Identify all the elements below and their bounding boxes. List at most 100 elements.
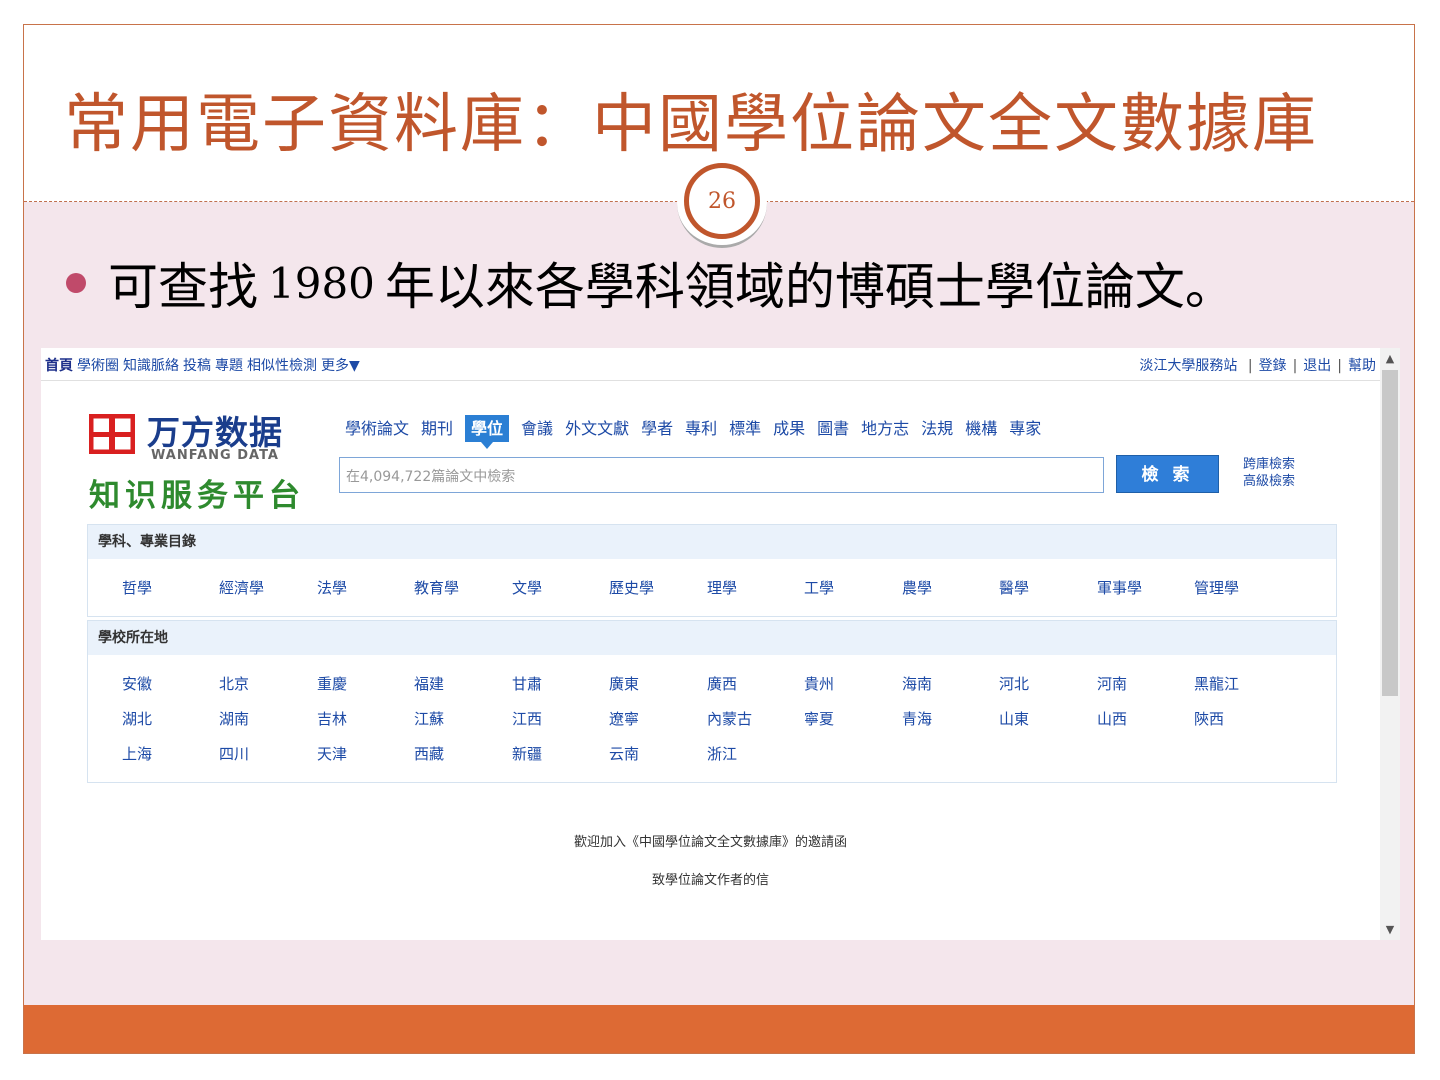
search-button[interactable]: 檢 索: [1116, 455, 1219, 493]
grid-link[interactable]: 新疆: [512, 743, 542, 764]
category-tab[interactable]: 學者: [641, 419, 673, 438]
category-tab[interactable]: 外文文獻: [565, 419, 629, 438]
grid-link[interactable]: 經濟學: [219, 577, 264, 598]
grid-link[interactable]: 遼寧: [609, 708, 639, 729]
grid-link[interactable]: 哲學: [122, 577, 152, 598]
top-nav-item[interactable]: 首頁: [45, 358, 73, 374]
grid-link[interactable]: 山西: [1097, 708, 1127, 729]
category-tab[interactable]: 專利: [685, 419, 717, 438]
wanfang-logo-icon: [88, 413, 136, 455]
locations-panel: 學校所在地 安徽 北京 重慶 福建 甘肅 廣東 廣西 貴州 海南 河北 河南 黑龍江湖北 湖南 吉林 江蘇 江…: [87, 620, 1337, 783]
grid-link[interactable]: 文學: [512, 577, 542, 598]
top-nav-item[interactable]: 知識脈絡: [123, 358, 179, 374]
grid-link[interactable]: 天津: [317, 743, 347, 764]
separator: |: [1337, 358, 1342, 374]
search-input[interactable]: 在4,094,722篇論文中檢索: [339, 457, 1104, 493]
scroll-up-icon[interactable]: ▲: [1380, 352, 1400, 365]
category-tab[interactable]: 期刊: [421, 419, 453, 438]
logo-brand-cn: 万方数据: [147, 413, 283, 452]
grid-link[interactable]: 甘肅: [512, 673, 542, 694]
bullet-year: 1980: [268, 258, 375, 308]
locations-heading: 學校所在地: [88, 621, 1336, 655]
category-tab[interactable]: 成果: [773, 419, 805, 438]
grid-link[interactable]: 江蘇: [414, 708, 444, 729]
invitation-link[interactable]: 歡迎加入《中國學位論文全文數據庫》的邀請函: [41, 831, 1380, 850]
grid-link[interactable]: 廣西: [707, 673, 737, 694]
grid-link[interactable]: 湖南: [219, 708, 249, 729]
grid-link[interactable]: 教育學: [414, 577, 459, 598]
wanfang-logo[interactable]: 万方数据 WANFANG DATA 知识服务平台: [88, 413, 305, 515]
category-tab[interactable]: 學位: [465, 415, 510, 442]
category-tab[interactable]: 機構: [965, 419, 997, 438]
subjects-panel: 學科、專業目錄 哲學 經濟學 法學 教育學 文學 歷史學 理學 工學 農學 醫學 軍事學 管理學: [87, 524, 1337, 617]
top-nav-item[interactable]: 更多▼: [321, 358, 360, 374]
grid-link[interactable]: 云南: [609, 743, 639, 764]
category-tab[interactable]: 法規: [921, 419, 953, 438]
top-nav-item[interactable]: 相似性檢測: [247, 358, 317, 374]
subjects-heading: 學科、專業目錄: [88, 525, 1336, 559]
separator: |: [1292, 358, 1298, 374]
bullet-post: 年以來各學科領域的博碩士學位論文。: [384, 258, 1235, 316]
grid-link[interactable]: 浙江: [707, 743, 737, 764]
grid-link[interactable]: 廣東: [609, 673, 639, 694]
category-tab[interactable]: 會議: [521, 419, 553, 438]
category-tab[interactable]: 學術論文: [345, 419, 409, 438]
login-link[interactable]: 登錄: [1259, 358, 1287, 374]
grid-link[interactable]: 重慶: [317, 673, 347, 694]
grid-link[interactable]: 青海: [902, 708, 932, 729]
search-side-links: 跨庫檢索 高級檢索: [1243, 456, 1295, 490]
grid-link[interactable]: 北京: [219, 673, 249, 694]
grid-link[interactable]: 安徽: [122, 673, 152, 694]
grid-link[interactable]: 黑龍江: [1194, 673, 1239, 694]
category-tab[interactable]: 地方志: [861, 419, 909, 438]
grid-link[interactable]: 內蒙古: [707, 708, 752, 729]
cross-db-search-link[interactable]: 跨庫檢索: [1243, 456, 1295, 473]
category-tabs: 學術論文 期刊 學位 會議 外文文獻 學者 專利 標準 成果 圖書 地方志 法規 機構 專家: [345, 415, 1053, 442]
grid-link[interactable]: 理學: [707, 577, 737, 598]
bullet-pre: 可查找: [108, 258, 258, 316]
grid-link[interactable]: 海南: [902, 673, 932, 694]
grid-link[interactable]: 湖北: [122, 708, 152, 729]
scroll-down-icon[interactable]: ▼: [1380, 923, 1400, 936]
grid-link[interactable]: 江西: [512, 708, 542, 729]
bullet-text: 可查找 1980 年以來各學科領域的博碩士學位論文。: [66, 247, 1235, 319]
scrollbar[interactable]: ▲ ▼: [1380, 348, 1400, 940]
grid-link[interactable]: 河北: [999, 673, 1029, 694]
top-nav-item[interactable]: 投稿: [183, 358, 211, 374]
top-nav-item[interactable]: 專題: [215, 358, 243, 374]
logo-slogan: 知识服务平台: [89, 478, 305, 514]
advanced-search-link[interactable]: 高級檢索: [1243, 473, 1295, 490]
grid-link[interactable]: 西藏: [414, 743, 444, 764]
top-nav-right: 淡江大學服務站 | 登錄 | 退出 | 幫助: [1139, 355, 1376, 375]
slide: 常用電子資料庫：中國學位論文全文數據庫 26 可查找 1980 年以來各學科領域…: [23, 24, 1415, 1054]
grid-link[interactable]: 貴州: [804, 673, 834, 694]
grid-link[interactable]: 法學: [317, 577, 347, 598]
grid-link[interactable]: 吉林: [317, 708, 347, 729]
top-nav-item[interactable]: 學術圈: [77, 358, 119, 374]
grid-link[interactable]: 山東: [999, 708, 1029, 729]
logout-link[interactable]: 退出: [1303, 358, 1331, 374]
site-link[interactable]: 淡江大學服務站: [1139, 358, 1237, 374]
wanfang-screenshot: 首頁 學術圈 知識脈絡 投稿 專題 相似性檢測 更多▼ 淡江大學服務站 | 登錄 | 退出 | 幫助 …: [41, 348, 1400, 940]
grid-link[interactable]: 福建: [414, 673, 444, 694]
grid-link[interactable]: 上海: [122, 743, 152, 764]
category-tab[interactable]: 標準: [729, 419, 761, 438]
category-tab[interactable]: 專家: [1009, 419, 1041, 438]
scrollbar-thumb[interactable]: [1382, 370, 1398, 696]
grid-link[interactable]: 軍事學: [1097, 577, 1142, 598]
category-tab[interactable]: 圖書: [817, 419, 849, 438]
letter-link[interactable]: 致學位論文作者的信: [41, 869, 1380, 888]
grid-link[interactable]: 寧夏: [804, 708, 834, 729]
grid-link[interactable]: 河南: [1097, 673, 1127, 694]
grid-link[interactable]: 四川: [219, 743, 249, 764]
grid-link[interactable]: 工學: [804, 577, 834, 598]
page-number-badge: 26: [684, 163, 760, 239]
grid-link[interactable]: 農學: [902, 577, 932, 598]
grid-link[interactable]: 管理學: [1194, 577, 1239, 598]
help-link[interactable]: 幫助: [1348, 358, 1376, 374]
grid-link[interactable]: 醫學: [999, 577, 1029, 598]
grid-link[interactable]: 歷史學: [609, 577, 654, 598]
grid-link[interactable]: 陝西: [1194, 708, 1224, 729]
top-nav-left: 首頁 學術圈 知識脈絡 投稿 專題 相似性檢測 更多▼: [45, 355, 364, 375]
bullet-dot-icon: [66, 273, 86, 293]
